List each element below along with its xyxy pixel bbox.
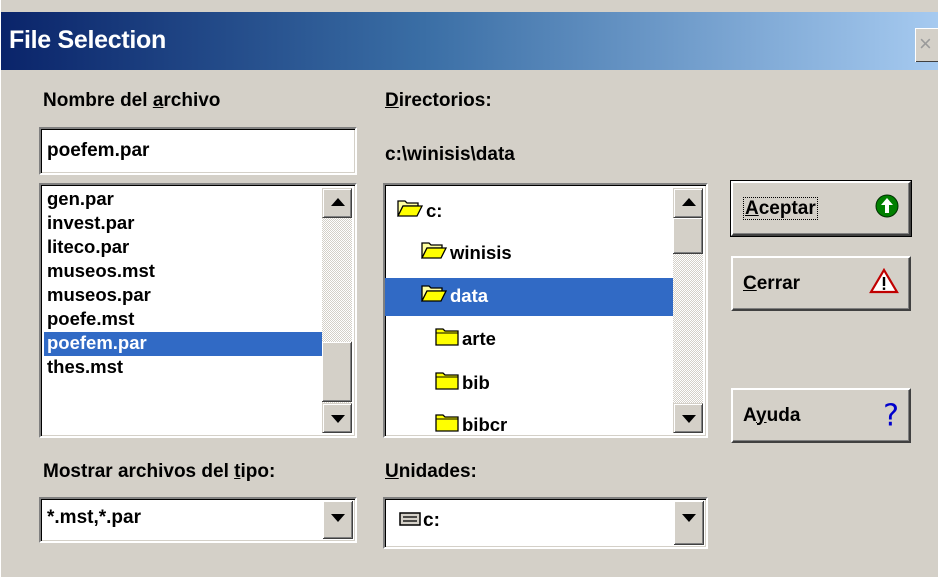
file-list[interactable]: gen.par invest.par liteco.par museos.mst mus… (39, 183, 357, 438)
green-up-arrow-icon (875, 194, 899, 224)
directory-item-label: data (450, 285, 489, 306)
question-mark-icon: ? (883, 398, 899, 433)
directory-item[interactable]: c: (396, 193, 443, 230)
down-arrow-icon (331, 415, 345, 423)
file-list-item[interactable]: gen.par (44, 188, 325, 212)
accept-button[interactable]: Aceptar (730, 180, 912, 237)
close-icon[interactable]: × (915, 28, 938, 62)
directory-tree[interactable]: c: winisis data arte bib bibcr (383, 183, 708, 438)
up-arrow-icon (331, 198, 345, 206)
directory-item[interactable]: data (385, 278, 674, 316)
help-label: Ayuda (743, 404, 801, 426)
close-label: Cerrar (743, 272, 801, 294)
folder-icon (435, 322, 459, 358)
drives-label: Unidades: (385, 461, 477, 482)
file-list-item[interactable]: poefem.par (44, 332, 325, 356)
directory-scrollbar[interactable] (673, 188, 703, 433)
accept-label: Aceptar (743, 196, 818, 220)
file-name-input[interactable] (41, 129, 355, 173)
folder-open-icon (420, 279, 448, 315)
chevron-down-icon (682, 514, 696, 522)
file-type-dropdown-button[interactable] (323, 501, 353, 539)
window-title: File Selection (9, 26, 166, 54)
chevron-down-icon (331, 514, 345, 522)
up-arrow-icon (682, 198, 696, 206)
dir-scroll-down-button[interactable] (673, 403, 703, 433)
drive-value: c: (423, 510, 440, 532)
file-name-label: Nombre del archivo (43, 90, 221, 111)
drive-icon (399, 499, 421, 543)
title-bar[interactable]: File Selection (1, 12, 938, 70)
directory-item-label: winisis (450, 242, 512, 263)
directory-tree-items: c: winisis data arte bib bibcr (385, 185, 674, 436)
dir-scroll-thumb[interactable] (673, 218, 703, 254)
file-name-field-frame (39, 127, 357, 175)
file-type-value: *.mst,*.par (47, 507, 141, 528)
dir-scroll-up-button[interactable] (673, 188, 703, 218)
directory-item-label: bib (462, 372, 490, 393)
down-arrow-icon (682, 415, 696, 423)
file-list-item[interactable]: poefe.mst (44, 308, 325, 332)
directory-item[interactable]: bib (435, 365, 490, 401)
file-type-select[interactable]: *.mst,*.par (39, 497, 357, 543)
drive-select[interactable]: c: (383, 497, 708, 549)
file-list-items: gen.par invest.par liteco.par museos.mst mus… (44, 188, 325, 380)
file-selection-dialog: File Selection × Nombre del archivo gen.… (0, 0, 938, 577)
directory-item-label: bibcr (462, 414, 508, 435)
drive-value-wrap: c: (399, 499, 440, 547)
file-scroll-up-button[interactable] (322, 188, 352, 218)
folder-icon (435, 408, 459, 436)
directory-item[interactable]: bibcr (435, 407, 507, 436)
folder-icon (435, 366, 459, 402)
file-list-item[interactable]: thes.mst (44, 356, 325, 380)
file-type-label: Mostrar archivos del tipo: (43, 461, 276, 482)
directory-item[interactable]: winisis (420, 235, 512, 272)
folder-open-icon (420, 236, 448, 272)
file-scroll-thumb[interactable] (322, 342, 352, 402)
warning-triangle-icon (869, 267, 899, 300)
directory-item-label: c: (426, 200, 443, 221)
drive-dropdown-button[interactable] (674, 501, 704, 545)
close-button[interactable]: Cerrar (731, 256, 911, 311)
directory-item-label: arte (462, 328, 496, 349)
file-list-item[interactable]: museos.par (44, 284, 325, 308)
file-list-scrollbar[interactable] (322, 188, 352, 433)
directories-label: Directorios: (385, 90, 492, 111)
help-button[interactable]: Ayuda ? (731, 388, 911, 443)
current-path: c:\winisis\data (385, 144, 515, 165)
folder-open-icon (396, 194, 424, 230)
file-scroll-down-button[interactable] (322, 403, 352, 433)
file-list-item[interactable]: museos.mst (44, 260, 325, 284)
directory-item[interactable]: arte (435, 321, 496, 357)
file-list-item[interactable]: invest.par (44, 212, 325, 236)
file-list-item[interactable]: liteco.par (44, 236, 325, 260)
